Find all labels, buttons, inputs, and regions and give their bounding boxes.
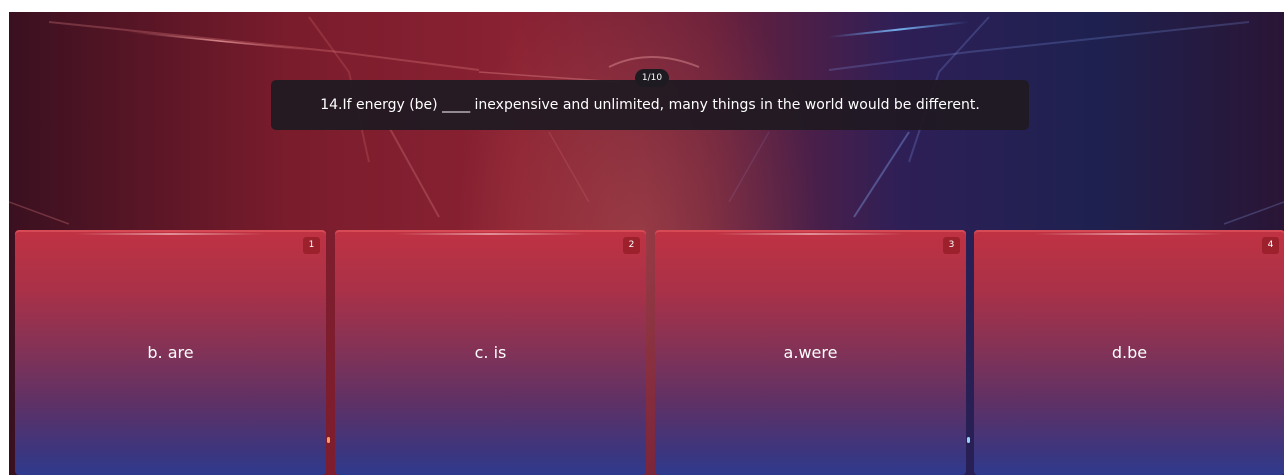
quiz-stage: 1/10 14.If energy (be) ____ inexpensive … <box>9 12 1284 475</box>
question-counter: 1/10 <box>635 69 669 87</box>
answer-option-1[interactable]: 1 b. are <box>15 230 326 475</box>
answer-label: c. is <box>474 343 507 362</box>
answer-option-4[interactable]: 4 d.be <box>974 230 1284 475</box>
answer-option-2[interactable]: 2 c. is <box>335 230 646 475</box>
answer-grid: 1 b. are 2 c. is 3 a.were 4 d.be <box>15 230 1284 475</box>
answer-option-3[interactable]: 3 a.were <box>655 230 966 475</box>
question-text: 14.If energy (be) ____ inexpensive and u… <box>271 80 1029 130</box>
answer-label: d.be <box>1111 343 1148 362</box>
answer-label: a.were <box>783 343 838 362</box>
glint-right <box>967 437 970 443</box>
glint-left <box>327 437 330 443</box>
answer-label: b. are <box>147 343 194 362</box>
